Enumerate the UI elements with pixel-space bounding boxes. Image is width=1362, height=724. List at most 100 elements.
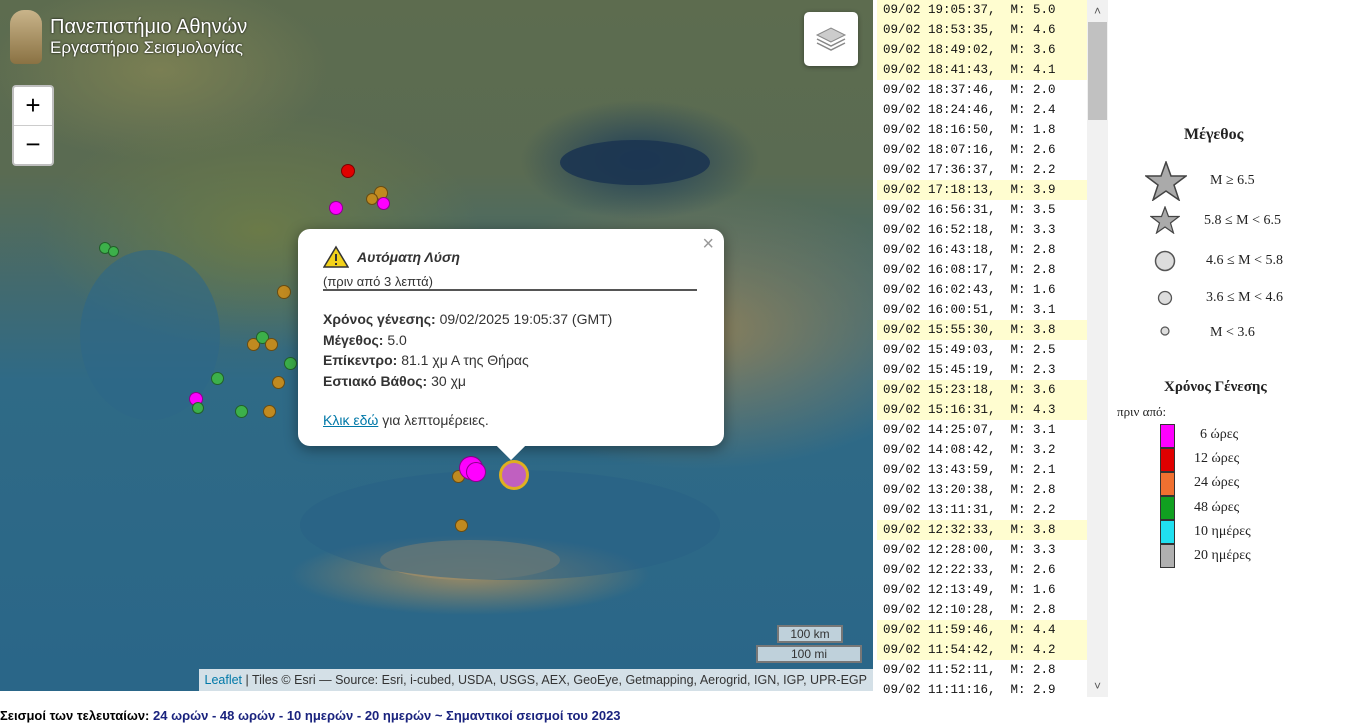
earthquake-popup: × Αυτόματη Λύση (πριν από 3 λεπτά) Χρόνο… (298, 229, 724, 461)
link-20d[interactable]: 20 ημερών (365, 708, 431, 723)
legend-time-2: 24 ώρες (1194, 475, 1240, 490)
legend-color-48h (1160, 496, 1175, 520)
event-row[interactable]: 09/02 12:10:28, M: 2.8 (877, 600, 1087, 620)
medium-circle-icon (1157, 290, 1173, 306)
quake-marker[interactable] (284, 357, 297, 370)
quake-marker[interactable] (272, 376, 285, 389)
event-row[interactable]: 09/02 16:02:43, M: 1.6 (877, 280, 1087, 300)
event-row[interactable]: 09/02 18:37:46, M: 2.0 (877, 80, 1087, 100)
legend-color-24h (1160, 472, 1175, 496)
depth-value: 30 χμ (431, 372, 467, 389)
map-attribution: Leaflet | Tiles © Esri — Source: Esri, i… (198, 669, 873, 691)
time-label: Χρόνος γένεσης: (323, 311, 436, 327)
event-row[interactable]: 09/02 16:00:51, M: 3.1 (877, 300, 1087, 320)
event-list-scrollbar[interactable]: ˄ ˅ (1087, 0, 1108, 697)
quake-marker[interactable] (235, 405, 248, 418)
event-row[interactable]: 09/02 15:55:30, M: 3.8 (877, 320, 1087, 340)
popup-info: Χρόνος γένεσης: 09/02/2025 19:05:37 (GMT… (323, 309, 612, 391)
event-row[interactable]: 09/02 11:54:42, M: 4.2 (877, 640, 1087, 660)
quake-marker[interactable] (341, 164, 355, 178)
link-24h[interactable]: 24 ωρών (153, 708, 208, 723)
link-10d[interactable]: 10 ημερών (287, 708, 353, 723)
popup-close-button[interactable]: × (702, 233, 714, 256)
event-row[interactable]: 09/02 18:07:16, M: 2.6 (877, 140, 1087, 160)
event-row[interactable]: 09/02 15:23:18, M: 3.6 (877, 380, 1087, 400)
legend-mag-3: 3.6 ≤ M < 4.6 (1206, 290, 1284, 305)
event-row[interactable]: 09/02 15:49:03, M: 2.5 (877, 340, 1087, 360)
layers-button[interactable] (804, 12, 858, 66)
popup-more: Κλικ εδώ για λεπτομέρειες. (323, 412, 489, 428)
large-circle-icon (1154, 250, 1176, 272)
event-row[interactable]: 09/02 11:59:46, M: 4.4 (877, 620, 1087, 640)
quake-marker[interactable] (377, 197, 390, 210)
event-row[interactable]: 09/02 18:49:02, M: 3.6 (877, 40, 1087, 60)
link-major-2023[interactable]: Σημαντικοί σεισμοί του 2023 (446, 708, 620, 723)
footer-sep-3: - (356, 708, 362, 723)
warning-icon (323, 245, 349, 268)
zoom-out-button[interactable]: − (14, 125, 52, 164)
legend-color-6h (1160, 424, 1175, 448)
event-row[interactable]: 09/02 12:32:33, M: 3.8 (877, 520, 1087, 540)
scroll-thumb[interactable] (1088, 22, 1107, 120)
event-row[interactable]: 09/02 13:11:31, M: 2.2 (877, 500, 1087, 520)
legend-mag-title: Μέγεθος (1184, 126, 1244, 143)
details-suffix: για λεπτομέρειες. (382, 412, 489, 428)
popup-tip (496, 431, 526, 461)
legend-color-12h (1160, 448, 1175, 472)
legend-mag-1: 5.8 ≤ M < 6.5 (1204, 213, 1282, 228)
quake-marker[interactable] (263, 405, 276, 418)
quake-marker[interactable] (108, 246, 119, 257)
event-row[interactable]: 09/02 17:36:37, M: 2.2 (877, 160, 1087, 180)
event-row[interactable]: 09/02 12:13:49, M: 1.6 (877, 580, 1087, 600)
quake-marker[interactable] (277, 285, 291, 299)
selected-quake-marker[interactable] (499, 460, 529, 490)
scale-km: 100 km (777, 625, 843, 643)
legend-time-5: 20 ημέρες (1194, 548, 1251, 563)
zoom-in-button[interactable]: + (14, 87, 52, 125)
event-row[interactable]: 09/02 13:43:59, M: 2.1 (877, 460, 1087, 480)
event-row[interactable]: 09/02 16:52:18, M: 3.3 (877, 220, 1087, 240)
small-circle-icon (1160, 326, 1170, 336)
event-row[interactable]: 09/02 14:08:42, M: 3.2 (877, 440, 1087, 460)
quake-marker[interactable] (329, 201, 343, 215)
quake-marker[interactable] (192, 402, 204, 414)
event-row[interactable]: 09/02 16:08:17, M: 2.8 (877, 260, 1087, 280)
scroll-up-icon[interactable]: ˄ (1087, 0, 1108, 22)
footer-links: Σεισμοί των τελευταίων: 24 ωρών - 48 ωρώ… (0, 708, 1362, 724)
legend-mag-0: M ≥ 6.5 (1210, 173, 1255, 188)
quake-marker[interactable] (265, 338, 278, 351)
seismic-map[interactable]: Πανεπιστήμιο Αθηνών Εργαστήριο Σεισμολογ… (0, 0, 873, 691)
quake-marker[interactable] (211, 372, 224, 385)
quake-marker[interactable] (455, 519, 468, 532)
event-row[interactable]: 09/02 14:25:07, M: 3.1 (877, 420, 1087, 440)
event-list[interactable]: 09/02 19:05:37, M: 5.0 09/02 18:53:35, M:… (877, 0, 1087, 697)
legend-mag-4: M < 3.6 (1210, 325, 1255, 340)
event-row[interactable]: 09/02 18:41:43, M: 4.1 (877, 60, 1087, 80)
magnitude-value: 5.0 (387, 331, 407, 348)
event-row[interactable]: 09/02 12:22:33, M: 2.6 (877, 560, 1087, 580)
event-row[interactable]: 09/02 11:52:11, M: 2.8 (877, 660, 1087, 680)
legend-time-1: 12 ώρες (1194, 451, 1240, 466)
event-row[interactable]: 09/02 16:43:18, M: 2.8 (877, 240, 1087, 260)
leaflet-link[interactable]: Leaflet (205, 673, 243, 687)
event-row[interactable]: 09/02 16:56:31, M: 3.5 (877, 200, 1087, 220)
event-row[interactable]: 09/02 18:16:50, M: 1.8 (877, 120, 1087, 140)
event-row[interactable]: 09/02 17:18:13, M: 3.9 (877, 180, 1087, 200)
layers-icon (815, 27, 847, 51)
quake-marker[interactable] (466, 462, 486, 482)
link-48h[interactable]: 48 ωρών (220, 708, 275, 723)
event-row[interactable]: 09/02 18:24:46, M: 2.4 (877, 100, 1087, 120)
event-row[interactable]: 09/02 15:45:19, M: 2.3 (877, 360, 1087, 380)
event-row[interactable]: 09/02 12:28:00, M: 3.3 (877, 540, 1087, 560)
depth-label: Εστιακό Βάθος: (323, 372, 428, 389)
zoom-control: + − (12, 85, 54, 166)
event-row[interactable]: 09/02 18:53:35, M: 4.6 (877, 20, 1087, 40)
event-row[interactable]: 09/02 13:20:38, M: 2.8 (877, 480, 1087, 500)
event-row[interactable]: 09/02 15:16:31, M: 4.3 (877, 400, 1087, 420)
scroll-down-icon[interactable]: ˅ (1087, 675, 1108, 697)
legend-mag-2: 4.6 ≤ M < 5.8 (1206, 253, 1284, 268)
details-link[interactable]: Κλικ εδώ (323, 412, 378, 428)
big-star-icon (1145, 161, 1187, 201)
event-row[interactable]: 09/02 19:05:37, M: 5.0 (877, 0, 1087, 20)
event-row[interactable]: 09/02 11:11:16, M: 2.9 (877, 680, 1087, 697)
